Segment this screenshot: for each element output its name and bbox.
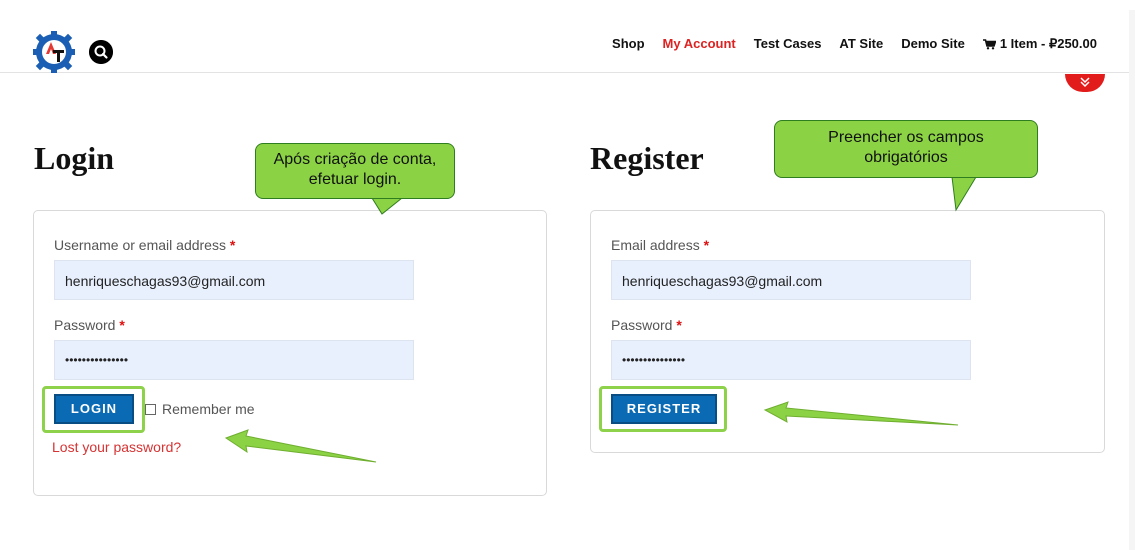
scroll-down-button[interactable] bbox=[1065, 74, 1105, 92]
login-callout: Após criação de conta, efetuar login. bbox=[255, 143, 455, 199]
register-email-input[interactable]: henriqueschagas93@gmail.com bbox=[611, 260, 971, 300]
username-input[interactable]: henriqueschagas93@gmail.com bbox=[54, 260, 414, 300]
login-password-input[interactable]: ••••••••••••••• bbox=[54, 340, 414, 380]
site-header: Shop My Account Test Cases AT Site Demo … bbox=[0, 10, 1135, 73]
nav-my-account[interactable]: My Account bbox=[663, 36, 736, 52]
login-password-label: Password * bbox=[54, 317, 125, 333]
username-label: Username or email address * bbox=[54, 237, 236, 253]
nav-at-site[interactable]: AT Site bbox=[839, 36, 883, 52]
page-scrollbar[interactable] bbox=[1129, 10, 1135, 550]
site-logo-icon[interactable] bbox=[32, 30, 76, 74]
remember-me[interactable]: Remember me bbox=[145, 401, 255, 417]
nav-demo-site[interactable]: Demo Site bbox=[901, 36, 965, 52]
remember-me-checkbox[interactable] bbox=[145, 403, 156, 415]
nav-cart[interactable]: 1 Item - ₽250.00 bbox=[982, 36, 1097, 52]
email-label: Email address * bbox=[611, 237, 710, 253]
remember-me-label: Remember me bbox=[162, 401, 255, 417]
login-title: Login bbox=[34, 140, 115, 176]
register-callout: Preencher os campos obrigatórios bbox=[774, 120, 1038, 178]
required-mark: * bbox=[703, 237, 710, 253]
register-title: Register bbox=[590, 140, 704, 176]
main-nav: Shop My Account Test Cases AT Site Demo … bbox=[612, 36, 1097, 52]
nav-test-cases[interactable]: Test Cases bbox=[754, 36, 822, 52]
required-mark: * bbox=[119, 317, 125, 333]
cart-icon bbox=[982, 38, 996, 49]
register-button[interactable]: REGISTER bbox=[611, 394, 717, 424]
search-icon[interactable] bbox=[89, 40, 113, 64]
nav-shop[interactable]: Shop bbox=[612, 36, 645, 52]
login-button[interactable]: LOGIN bbox=[54, 394, 134, 424]
register-password-label: Password * bbox=[611, 317, 682, 333]
cart-summary: 1 Item - ₽250.00 bbox=[999, 36, 1097, 51]
required-mark: * bbox=[229, 237, 236, 253]
required-mark: * bbox=[676, 317, 682, 333]
register-password-input[interactable]: ••••••••••••••• bbox=[611, 340, 971, 380]
register-callout-tail bbox=[951, 176, 977, 212]
lost-password-link[interactable]: Lost your password? bbox=[52, 439, 181, 455]
double-chevron-down-icon bbox=[1080, 77, 1090, 88]
